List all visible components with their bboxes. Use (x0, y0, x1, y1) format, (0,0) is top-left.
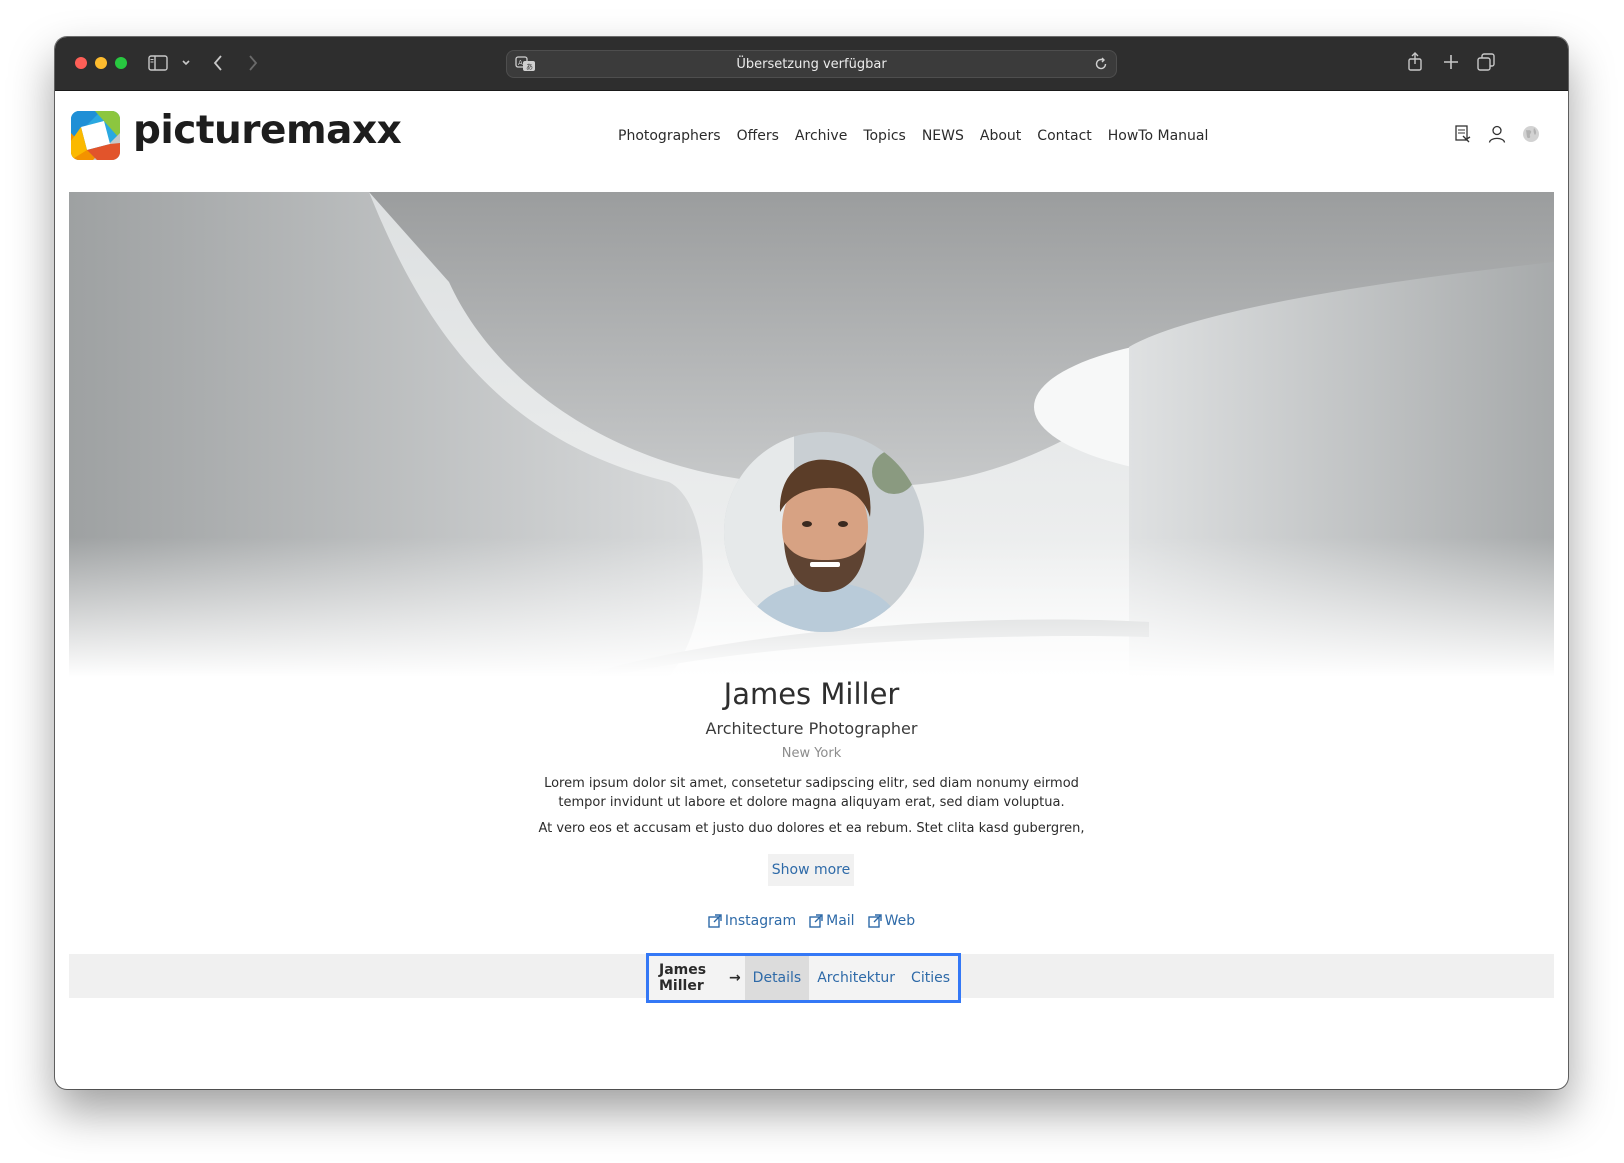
nav-howto-manual[interactable]: HowTo Manual (1108, 128, 1209, 144)
mail-link-label: Mail (826, 913, 855, 929)
bio-line-1: Lorem ipsum dolor sit amet, consetetur s… (544, 776, 1079, 791)
photographer-city: New York (781, 746, 842, 761)
nav-contact[interactable]: Contact (1037, 128, 1091, 144)
photographer-name: James Miller (723, 677, 900, 711)
browser-window: Aあ Übersetzung verfügbar picturemaxx Pho… (55, 37, 1568, 1089)
tab-cities[interactable]: Cities (903, 956, 958, 1000)
back-arrow-icon[interactable] (212, 53, 224, 77)
browser-toolbar: Aあ Übersetzung verfügbar (55, 37, 1568, 91)
show-more-button[interactable]: Show more (768, 854, 854, 886)
nav-news[interactable]: NEWS (922, 128, 964, 144)
instagram-link-label: Instagram (724, 913, 797, 929)
user-icon[interactable] (1488, 125, 1506, 148)
tab-architektur[interactable]: Architektur (809, 956, 903, 1000)
address-bar[interactable]: Aあ Übersetzung verfügbar (506, 50, 1117, 78)
zoom-window-button[interactable] (115, 57, 127, 69)
tab-overview-icon[interactable] (1477, 53, 1495, 75)
picturemaxx-logo-icon[interactable] (71, 111, 120, 160)
sidebar-toggle-icon[interactable] (148, 55, 168, 75)
nav-topics[interactable]: Topics (863, 128, 906, 144)
breadcrumb-arrow-icon: → (728, 970, 741, 986)
forward-arrow-icon[interactable] (247, 53, 259, 77)
web-link[interactable]: Web (867, 913, 916, 929)
close-window-button[interactable] (75, 57, 87, 69)
new-tab-plus-icon[interactable] (1443, 54, 1459, 74)
instagram-link[interactable]: Instagram (708, 913, 796, 929)
minimize-window-button[interactable] (95, 57, 107, 69)
globe-icon[interactable] (1522, 125, 1540, 148)
bio-paragraph-2: At vero eos et accusam et justo duo dolo… (538, 821, 1085, 836)
share-icon[interactable] (1407, 52, 1423, 76)
mail-link[interactable]: Mail (809, 913, 855, 929)
nav-about[interactable]: About (980, 128, 1021, 144)
address-text: Übersetzung verfügbar (736, 57, 887, 72)
photographer-subnav: James Miller → Details Architektur Citie… (646, 953, 961, 1003)
chevron-down-icon[interactable] (181, 56, 191, 74)
header-icons (1454, 125, 1540, 148)
site-header: picturemaxx Photographers Offers Archive… (55, 91, 1568, 191)
main-nav: Photographers Offers Archive Topics NEWS… (618, 128, 1208, 144)
photographer-role: Architecture Photographer (705, 719, 918, 738)
breadcrumb-name: James Miller (659, 962, 707, 994)
external-link-icon (708, 914, 722, 928)
nav-photographers[interactable]: Photographers (618, 128, 721, 144)
web-link-label: Web (884, 913, 916, 929)
tab-details[interactable]: Details (744, 956, 810, 1000)
logo-wordmark[interactable]: picturemaxx (133, 108, 402, 153)
lightbox-icon[interactable] (1454, 125, 1472, 148)
external-link-icon (867, 914, 882, 928)
external-link-icon (809, 914, 823, 928)
photographer-avatar (724, 432, 924, 632)
bio-paragraph-1: Lorem ipsum dolor sit amet, consetetur s… (55, 774, 1568, 812)
bio-line-2: tempor invidunt ut labore et dolore magn… (558, 795, 1065, 810)
nav-offers[interactable]: Offers (737, 128, 779, 144)
reload-icon[interactable] (1094, 57, 1108, 75)
nav-archive[interactable]: Archive (795, 128, 847, 144)
profile-links: Instagram Mail Web (55, 913, 1568, 929)
hero-image (69, 192, 1554, 677)
